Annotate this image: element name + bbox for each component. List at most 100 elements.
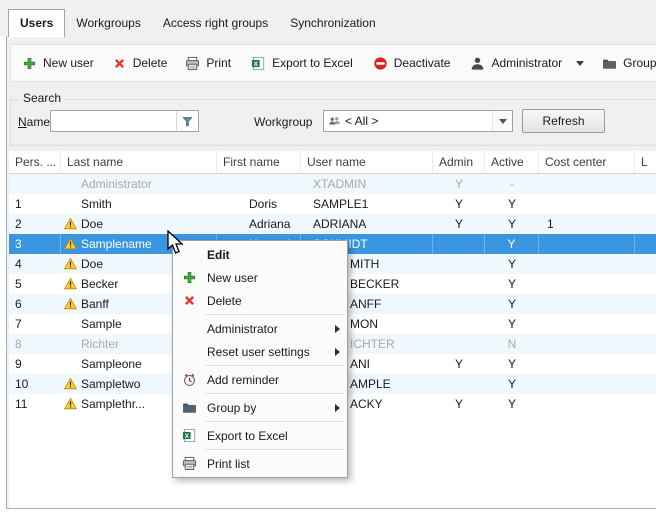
column-header-label: Pers. ...: [15, 155, 56, 169]
filter-funnel-icon: [181, 115, 194, 128]
menu-item-print-list[interactable]: Print list: [173, 452, 347, 475]
cell-admin: [433, 374, 485, 394]
cell-admin: Y: [433, 394, 485, 414]
chevron-down-icon: [499, 119, 507, 124]
column-header-cost-center[interactable]: Cost center: [539, 151, 635, 173]
cell-l: [635, 194, 656, 214]
column-header-first-name[interactable]: First name: [217, 151, 301, 173]
administrator-label: Administrator: [491, 56, 562, 70]
cell-active: Y: [485, 274, 539, 294]
cell-pers: 7: [9, 314, 61, 334]
group-by-button[interactable]: Group by: [593, 45, 656, 81]
column-header-last-name[interactable]: Last name: [61, 151, 217, 173]
menu-item-delete[interactable]: Delete: [173, 289, 347, 312]
menu-separator: [206, 365, 344, 366]
name-label: Name: [18, 115, 50, 129]
table-row[interactable]: 2 Doe Adriana ADRIANA Y Y 1: [9, 214, 656, 234]
mouse-cursor-icon: [165, 230, 187, 256]
cell-pers: 1: [9, 194, 61, 214]
workgroup-selected-value: < All >: [345, 114, 492, 128]
cell-admin: Y: [433, 354, 485, 374]
cell-l: [635, 174, 656, 194]
menu-item-administrator[interactable]: Administrator: [173, 317, 347, 340]
menu-item-add-reminder[interactable]: Add reminder: [173, 368, 347, 391]
refresh-button[interactable]: Refresh: [522, 109, 605, 133]
cell-user-name: SAMPLE1: [301, 194, 433, 214]
submenu-arrow-icon: [335, 348, 340, 356]
cell-last-name: Becker: [81, 277, 118, 291]
cell-first-name: Doris: [217, 194, 301, 214]
workgroup-label: Workgroup: [254, 115, 312, 129]
folder-icon: [181, 399, 197, 415]
cell-admin: Y: [433, 194, 485, 214]
cell-l: [635, 274, 656, 294]
column-header-user-name[interactable]: User name: [301, 151, 433, 173]
deactivate-icon: [373, 56, 388, 71]
table-row[interactable]: 1 Smith Doris SAMPLE1 Y Y: [9, 194, 656, 214]
cell-cost-center: [539, 234, 635, 254]
menu-separator: [206, 314, 344, 315]
warning-icon: [64, 297, 77, 310]
cell-last-name: Doe: [81, 257, 103, 271]
name-input[interactable]: [51, 111, 176, 131]
column-header-label: Admin: [439, 155, 473, 169]
column-header-l[interactable]: L: [635, 151, 656, 173]
cell-pers: [9, 174, 61, 194]
cell-active: -: [485, 174, 539, 194]
menu-item-label: Reset user settings: [207, 345, 310, 359]
menu-separator: [206, 421, 344, 422]
column-header-label: First name: [223, 155, 280, 169]
deactivate-label: Deactivate: [394, 56, 451, 70]
tab-users[interactable]: Users: [8, 9, 65, 37]
menu-item-reset-user-settings[interactable]: Reset user settings: [173, 340, 347, 363]
menu-item-group-by[interactable]: Group by: [173, 396, 347, 419]
table-row[interactable]: Administrator XTADMIN Y -: [9, 174, 656, 194]
menu-item-new-user[interactable]: New user: [173, 266, 347, 289]
menu-item-label: Administrator: [207, 322, 278, 336]
cell-active: N: [485, 334, 539, 354]
excel-icon: [251, 56, 266, 71]
export-to-excel-button[interactable]: Export to Excel: [242, 45, 362, 81]
combo-dropdown-arrow[interactable]: [492, 111, 512, 131]
cell-l: [635, 354, 656, 374]
column-header-admin[interactable]: Admin: [433, 151, 485, 173]
plus-icon: [181, 269, 197, 285]
delete-cross-icon: [112, 56, 127, 71]
tab-access-right-groups[interactable]: Access right groups: [152, 11, 279, 36]
print-button[interactable]: Print: [176, 45, 240, 81]
alarm-clock-icon: [181, 371, 197, 387]
deactivate-button[interactable]: Deactivate: [364, 45, 460, 81]
cell-last-name: Doe: [81, 217, 103, 231]
cell-cost-center: [539, 194, 635, 214]
print-label: Print: [206, 56, 231, 70]
search-groupbox: Search Name Workgroup < All > Refresh: [10, 99, 656, 146]
cell-active: Y: [485, 234, 539, 254]
delete-button[interactable]: Delete: [103, 45, 177, 81]
new-user-button[interactable]: New user: [13, 45, 103, 81]
cell-active: Y: [485, 294, 539, 314]
menu-item-edit[interactable]: Edit: [173, 243, 347, 266]
menu-separator: [206, 393, 344, 394]
column-header-pers[interactable]: Pers. ...: [9, 151, 61, 173]
tab-workgroups[interactable]: Workgroups: [65, 11, 151, 36]
warning-icon: [64, 237, 77, 250]
cell-cost-center: [539, 174, 635, 194]
cell-active: Y: [485, 254, 539, 274]
administrator-dropdown-arrow[interactable]: [571, 45, 591, 81]
cell-last-name: Richter: [81, 337, 119, 351]
cell-admin: [433, 314, 485, 334]
administrator-button[interactable]: Administrator: [461, 45, 571, 81]
context-menu: Edit New user Delete Administrator Reset…: [172, 240, 348, 478]
cell-last-name: Sampleone: [81, 357, 142, 371]
name-input-wrapper: [50, 110, 199, 132]
cell-cost-center: [539, 354, 635, 374]
filter-button[interactable]: [176, 111, 198, 131]
cell-active: Y: [485, 354, 539, 374]
tab-synchronization[interactable]: Synchronization: [279, 11, 386, 36]
workgroup-combobox[interactable]: < All >: [323, 110, 513, 132]
menu-separator: [206, 449, 344, 450]
menu-item-export-to-excel[interactable]: Export to Excel: [173, 424, 347, 447]
cell-pers: 10: [9, 374, 61, 394]
cell-pers: 2: [9, 214, 61, 234]
column-header-active[interactable]: Active: [485, 151, 539, 173]
